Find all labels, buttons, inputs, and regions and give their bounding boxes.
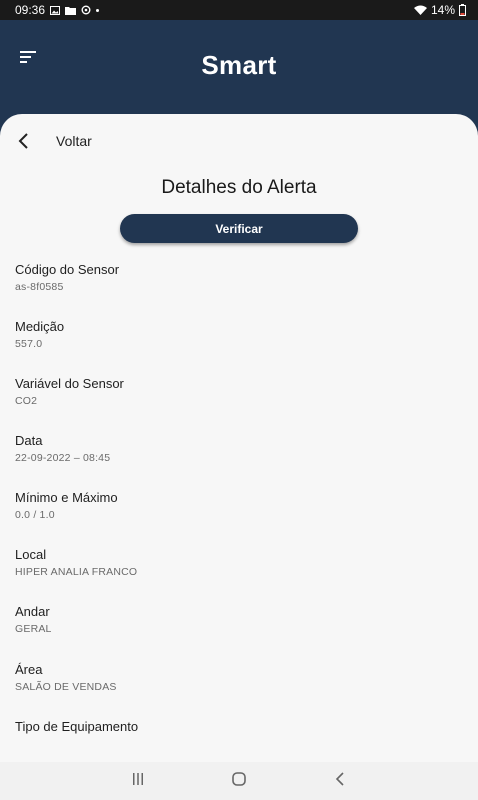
battery-icon	[459, 4, 466, 16]
field-value: HIPER ANALIA FRANCO	[15, 566, 138, 578]
field-equipment-type: Tipo de Equipamento	[15, 719, 138, 738]
status-time: 09:36	[15, 3, 46, 17]
field-label: Medição	[15, 319, 65, 334]
battery-percent: 14%	[430, 3, 455, 17]
back-chevron-icon	[335, 771, 345, 791]
field-floor: Andar GERAL	[15, 604, 52, 636]
wifi-icon	[413, 5, 427, 15]
page-title: Detalhes do Alerta	[161, 177, 317, 198]
field-value: CO2	[15, 395, 38, 407]
field-value: as-8f0585	[15, 281, 64, 293]
nav-back-button[interactable]	[330, 771, 350, 791]
field-label: Mínimo e Máximo	[15, 490, 118, 505]
content-sheet: Voltar Detalhes do Alerta Verificar Códi…	[0, 114, 478, 762]
field-sensor-code: Código do Sensor as-8f0585	[15, 262, 119, 294]
field-label: Tipo de Equipamento	[15, 719, 139, 734]
status-bar: 09:36 14%	[0, 0, 478, 20]
image-icon	[50, 5, 61, 15]
back-label: Voltar	[56, 133, 92, 149]
field-location: Local HIPER ANALIA FRANCO	[15, 547, 137, 579]
field-measurement: Medição 557.0	[15, 319, 64, 351]
field-sensor-variable: Variável do Sensor CO2	[15, 376, 124, 408]
notification-dot	[96, 8, 100, 12]
field-label: Local	[15, 547, 47, 562]
field-value: 0.0 / 1.0	[15, 509, 55, 521]
sync-icon	[81, 5, 91, 15]
field-label: Código do Sensor	[15, 262, 120, 277]
chevron-left-icon	[16, 132, 32, 150]
field-label: Andar	[15, 604, 50, 619]
home-icon	[232, 771, 246, 791]
field-label: Data	[15, 433, 43, 448]
folder-icon	[65, 6, 77, 15]
field-value: 22-09-2022 – 08:45	[15, 452, 111, 464]
recent-apps-button[interactable]	[128, 771, 148, 791]
field-min-max: Mínimo e Máximo 0.0 / 1.0	[15, 490, 118, 522]
verify-button[interactable]: Verificar	[120, 214, 358, 243]
home-button[interactable]	[229, 771, 249, 791]
app-title: Smart	[201, 50, 277, 80]
field-date: Data 22-09-2022 – 08:45	[15, 433, 110, 465]
field-area: Área SALÃO DE VENDAS	[15, 662, 117, 694]
field-value: SALÃO DE VENDAS	[15, 681, 117, 693]
field-label: Área	[15, 662, 43, 677]
field-label: Variável do Sensor	[15, 376, 124, 391]
field-value: GERAL	[15, 623, 52, 635]
recent-apps-icon	[132, 772, 144, 790]
field-value: 557.0	[15, 338, 43, 350]
system-nav-bar	[0, 762, 478, 800]
